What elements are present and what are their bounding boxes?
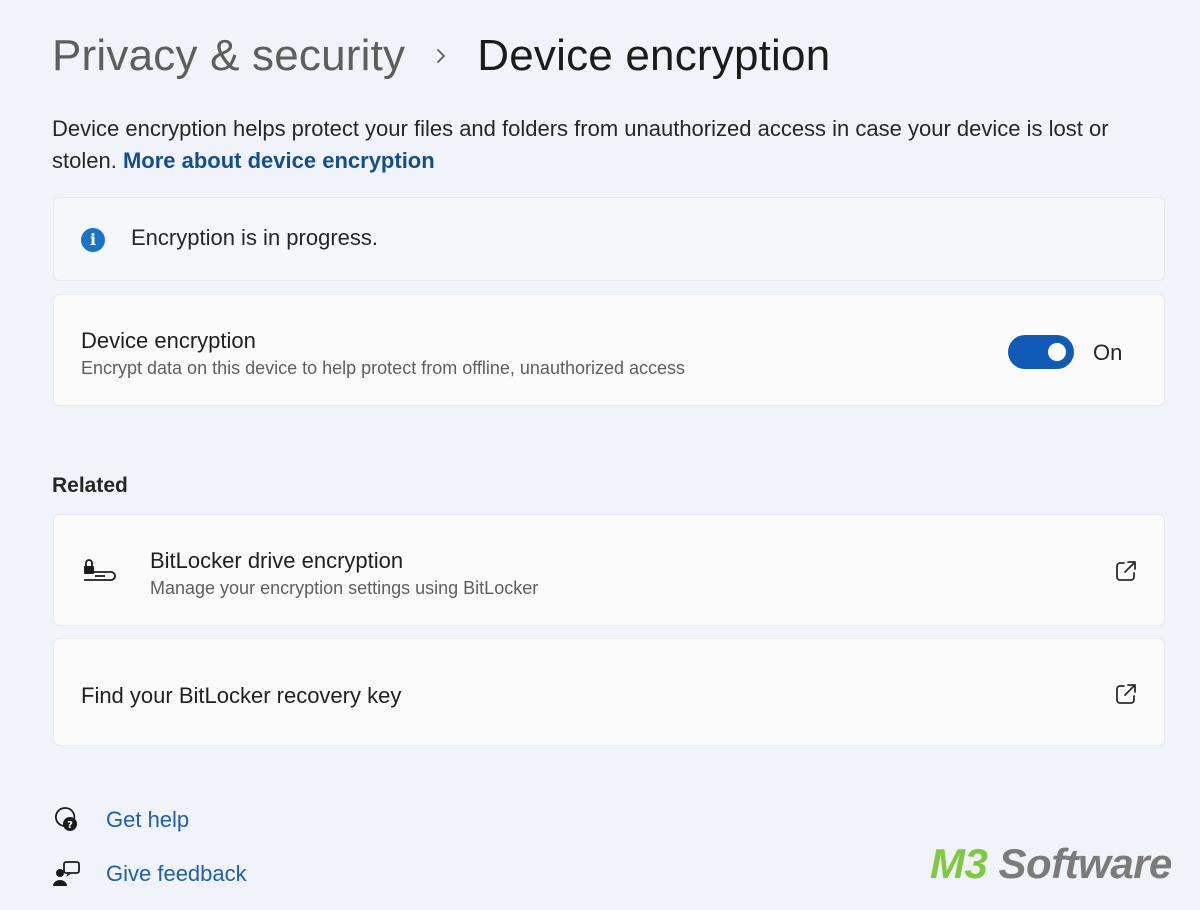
toggle-knob: [1048, 343, 1066, 361]
page-title: Device encryption: [477, 31, 831, 80]
breadcrumb-parent[interactable]: Privacy & security: [52, 31, 405, 81]
help-chat-icon: ?: [52, 805, 82, 835]
encryption-status-bar: i Encryption is in progress.: [53, 197, 1165, 281]
device-encryption-toggle[interactable]: [1008, 335, 1074, 369]
breadcrumb: Privacy & security Device encryption: [52, 26, 830, 86]
watermark-m3: M3: [930, 840, 988, 887]
status-text: Encryption is in progress.: [131, 225, 378, 250]
get-help-link[interactable]: ? Get help: [52, 805, 189, 835]
feedback-person-icon: [52, 859, 82, 889]
svg-text:?: ?: [67, 820, 73, 831]
give-feedback-link[interactable]: Give feedback: [52, 859, 247, 889]
watermark-logo: M3 Software: [930, 840, 1172, 888]
watermark-software: Software: [987, 840, 1173, 887]
recovery-key-title: Find your BitLocker recovery key: [81, 683, 402, 708]
chevron-right-icon: [405, 26, 477, 86]
bitlocker-drive-icon: [81, 553, 119, 581]
bitlocker-title: BitLocker drive encryption: [150, 548, 404, 573]
give-feedback-label: Give feedback: [106, 861, 247, 886]
open-external-icon: [1114, 559, 1138, 583]
related-heading: Related: [52, 474, 128, 497]
open-external-icon: [1114, 682, 1138, 706]
device-encryption-card: Device encryption Encrypt data on this d…: [53, 294, 1165, 406]
more-about-link[interactable]: More about device encryption: [123, 148, 435, 173]
find-recovery-key-item[interactable]: Find your BitLocker recovery key: [53, 638, 1165, 746]
get-help-label: Get help: [106, 807, 190, 832]
bitlocker-subtitle: Manage your encryption settings using Bi…: [150, 578, 539, 598]
info-icon: i: [81, 228, 105, 252]
device-encryption-subtitle: Encrypt data on this device to help prot…: [81, 358, 686, 378]
toggle-state-label: On: [1093, 340, 1123, 365]
device-encryption-title: Device encryption: [81, 328, 256, 353]
page-description: Device encryption helps protect your fil…: [52, 113, 1167, 177]
bitlocker-drive-encryption-item[interactable]: BitLocker drive encryption Manage your e…: [53, 514, 1165, 626]
settings-page: Privacy & security Device encryption Dev…: [0, 0, 1200, 910]
